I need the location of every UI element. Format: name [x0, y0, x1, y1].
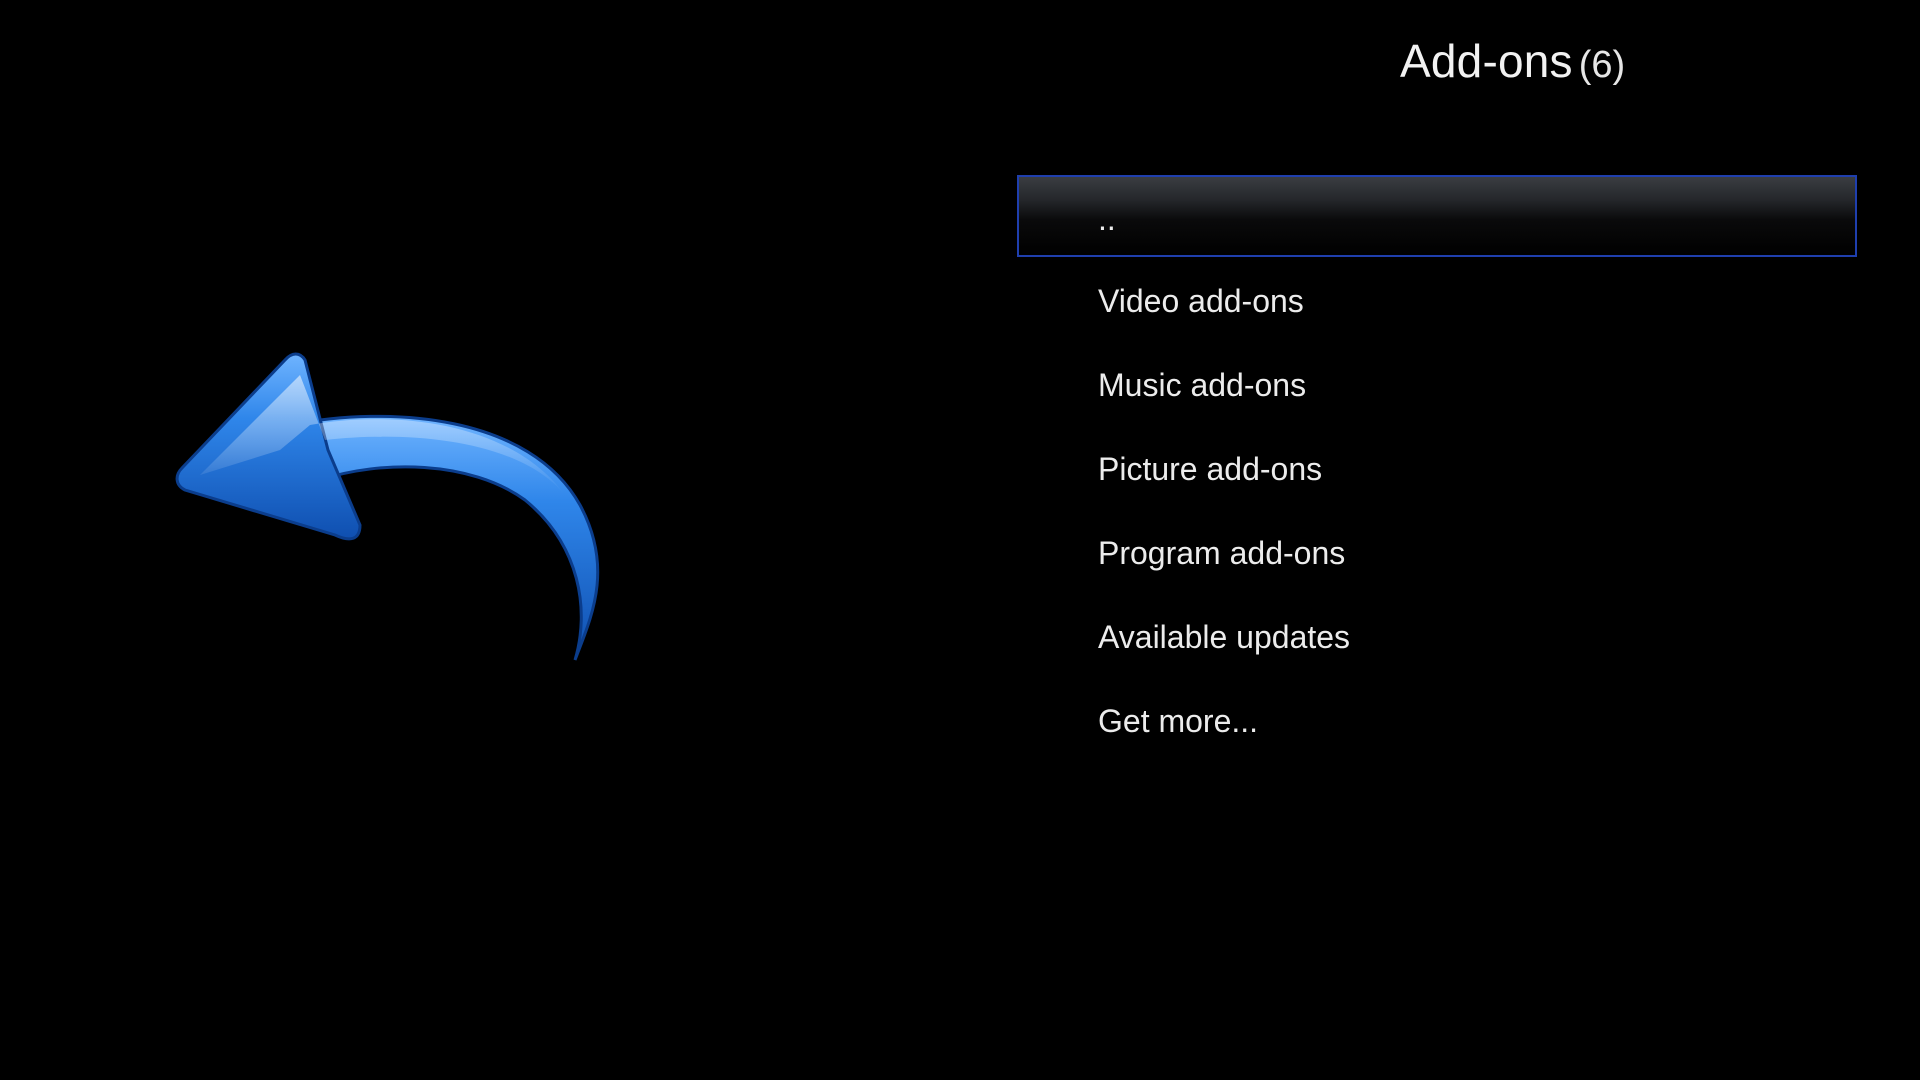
list-item-parent-folder[interactable]: .. — [1017, 175, 1857, 257]
page-title: Add-ons (6) — [1400, 34, 1625, 94]
list-item-video-addons[interactable]: Video add-ons — [1017, 259, 1857, 343]
list-item-label: .. — [1098, 201, 1116, 237]
list-item-label: Get more... — [1098, 702, 1259, 739]
list-item-label: Picture add-ons — [1098, 450, 1323, 487]
back-arrow-icon — [160, 330, 650, 680]
list-item-picture-addons[interactable]: Picture add-ons — [1017, 427, 1857, 511]
page-title-label: Add-ons — [1400, 35, 1573, 87]
list-item-label: Video add-ons — [1098, 282, 1304, 319]
addons-screen: Add-ons (6) .. Video add-ons Music add-o… — [0, 0, 1920, 1080]
list-item-get-more[interactable]: Get more... — [1017, 679, 1857, 763]
item-count: (6) — [1578, 44, 1626, 86]
list-item-label: Music add-ons — [1098, 366, 1307, 403]
list-item-program-addons[interactable]: Program add-ons — [1017, 511, 1857, 595]
list-item-available-updates[interactable]: Available updates — [1017, 595, 1857, 679]
list-item-label: Program add-ons — [1098, 534, 1346, 571]
list-item-label: Available updates — [1098, 618, 1351, 655]
list-item-music-addons[interactable]: Music add-ons — [1017, 343, 1857, 427]
addons-menu: .. Video add-ons Music add-ons Picture a… — [1017, 175, 1857, 763]
